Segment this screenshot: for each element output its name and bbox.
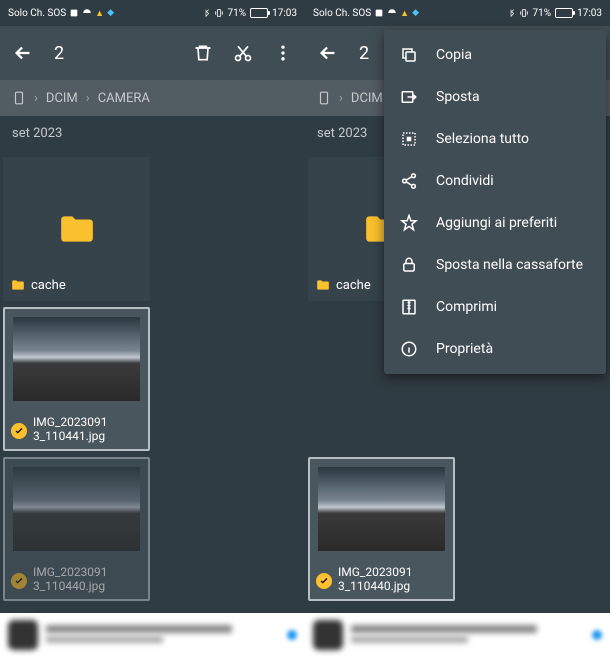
back-button[interactable]	[317, 42, 339, 64]
menu-label: Sposta	[436, 89, 480, 105]
carrier-label: Solo Ch. SOS	[8, 8, 66, 19]
info-icon	[400, 340, 418, 358]
menu-select-all[interactable]: Seleziona tutto	[384, 118, 606, 160]
menu-favorite[interactable]: Aggiungi ai preferiti	[384, 202, 606, 244]
crumb-camera[interactable]: CAMERA	[98, 91, 150, 106]
crumb-dcim[interactable]: DCIM	[46, 91, 78, 106]
selected-check-icon	[11, 573, 27, 589]
item-grid: cache IMG_2023091 3_110441.jpg IMG_20230…	[0, 151, 305, 607]
notif-text	[351, 625, 584, 645]
screen-left: Solo Ch. SOS ▲ ◆ 71% 17:03 2	[0, 0, 305, 657]
notif-indicator	[287, 630, 297, 640]
notification-bar[interactable]	[0, 613, 305, 657]
vibrate-icon	[214, 7, 224, 19]
notification-bar[interactable]	[305, 613, 610, 657]
image-thumbnail	[13, 467, 140, 551]
menu-label: Copia	[436, 47, 472, 63]
folder-label: cache	[336, 278, 371, 293]
cut-button[interactable]	[233, 43, 253, 63]
selected-check-icon	[11, 423, 27, 439]
chevron-right-icon: ›	[86, 91, 90, 106]
screen-right: Solo Ch. SOS ▲ ◆ 71% 17:03 2 › DCIM set …	[305, 0, 610, 657]
carrier-label: Solo Ch. SOS	[313, 8, 371, 19]
move-icon	[400, 88, 418, 106]
notif-avatar	[8, 620, 38, 650]
star-icon	[400, 214, 418, 232]
section-header: set 2023	[0, 116, 305, 151]
menu-label: Sposta nella cassaforte	[436, 257, 583, 273]
select-all-icon	[400, 130, 418, 148]
notif-text	[46, 625, 279, 645]
menu-label: Proprietà	[436, 341, 493, 357]
bluetooth-icon	[202, 7, 210, 19]
notif-indicator	[592, 630, 602, 640]
selection-count: 2	[54, 43, 193, 64]
image-label: IMG_2023091 3_110441.jpg	[33, 415, 144, 443]
compress-icon	[400, 298, 418, 316]
menu-label: Condividi	[436, 173, 494, 189]
clock: 17:03	[577, 8, 602, 19]
menu-copy[interactable]: Copia	[384, 34, 606, 76]
image-item-selected[interactable]: IMG_2023091 3_110440.jpg	[3, 457, 150, 601]
delete-button[interactable]	[193, 43, 213, 63]
back-button[interactable]	[12, 42, 34, 64]
breadcrumb[interactable]: › DCIM › CAMERA	[0, 80, 305, 116]
overflow-menu: Copia Sposta Seleziona tutto Condividi A…	[384, 30, 606, 374]
menu-safe[interactable]: Sposta nella cassaforte	[384, 244, 606, 286]
menu-share[interactable]: Condividi	[384, 160, 606, 202]
menu-move[interactable]: Sposta	[384, 76, 606, 118]
battery-pct: 71%	[228, 8, 247, 19]
image-label: IMG_2023091 3_110440.jpg	[338, 565, 449, 593]
notif-avatar	[313, 620, 343, 650]
folder-item[interactable]: cache	[3, 157, 150, 301]
crumb-dcim[interactable]: DCIM	[351, 91, 383, 106]
chevron-right-icon: ›	[34, 91, 38, 106]
image-label: IMG_2023091 3_110440.jpg	[33, 565, 144, 593]
menu-label: Seleziona tutto	[436, 131, 529, 147]
menu-label: Aggiungi ai preferiti	[436, 215, 557, 231]
folder-icon	[11, 279, 25, 291]
selected-check-icon	[316, 573, 332, 589]
lock-icon	[400, 256, 418, 274]
battery-icon	[250, 8, 268, 18]
image-item-selected[interactable]: IMG_2023091 3_110440.jpg	[308, 457, 455, 601]
battery-pct: 71%	[533, 8, 552, 19]
status-bar: Solo Ch. SOS ▲ ◆ 71% 17:03	[305, 0, 610, 26]
menu-properties[interactable]: Proprietà	[384, 328, 606, 370]
share-icon	[400, 172, 418, 190]
device-icon	[12, 88, 26, 108]
image-item-selected[interactable]: IMG_2023091 3_110441.jpg	[3, 307, 150, 451]
status-bar: Solo Ch. SOS ▲ ◆ 71% 17:03	[0, 0, 305, 26]
copy-icon	[400, 46, 418, 64]
top-bar: 2	[0, 26, 305, 80]
image-thumbnail	[318, 467, 445, 551]
overflow-button[interactable]	[273, 43, 293, 63]
menu-compress[interactable]: Comprimi	[384, 286, 606, 328]
clock: 17:03	[272, 8, 297, 19]
menu-label: Comprimi	[436, 299, 497, 315]
image-thumbnail	[13, 317, 140, 401]
folder-icon	[58, 213, 96, 245]
folder-label: cache	[31, 278, 66, 293]
